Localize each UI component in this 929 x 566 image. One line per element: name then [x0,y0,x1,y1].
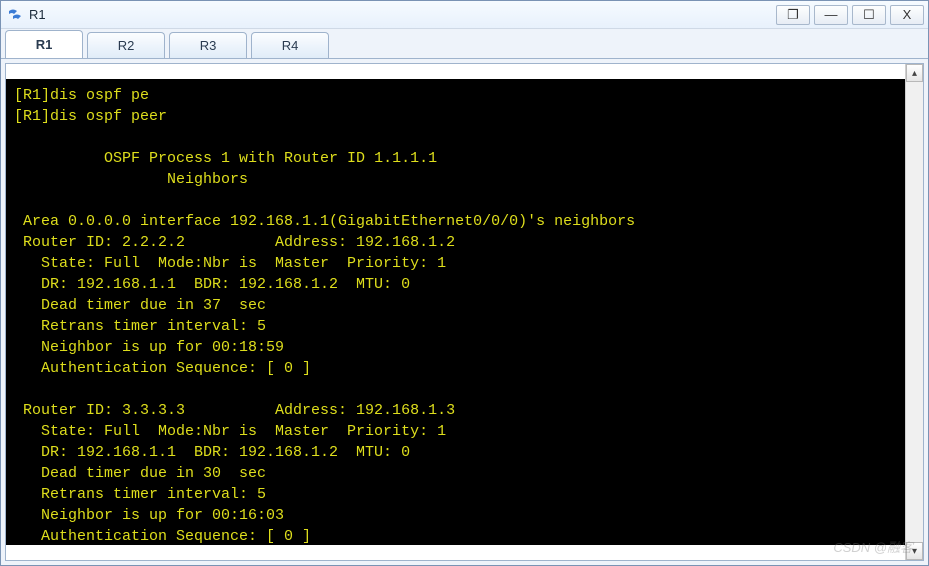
terminal-panel: [R1]dis ospf pe [R1]dis ospf peer OSPF P… [5,63,924,561]
tab-r1[interactable]: R1 [5,30,83,58]
tab-label: R1 [36,37,53,52]
tab-r3[interactable]: R3 [169,32,247,58]
titlebar: R1 ❐ — ☐ X [1,1,928,29]
terminal-output[interactable]: [R1]dis ospf pe [R1]dis ospf peer OSPF P… [6,79,905,545]
tab-label: R4 [282,38,299,53]
scrollbar[interactable]: ▴ ▾ [905,64,923,560]
maximize-button[interactable]: ☐ [852,5,886,25]
tab-r4[interactable]: R4 [251,32,329,58]
scroll-up-button[interactable]: ▴ [906,64,923,82]
app-window: R1 ❐ — ☐ X R1 R2 R3 R4 [R1]dis ospf pe [… [0,0,929,566]
popout-button[interactable]: ❐ [776,5,810,25]
minimize-button[interactable]: — [814,5,848,25]
close-button[interactable]: X [890,5,924,25]
tab-bar: R1 R2 R3 R4 [1,29,928,59]
tab-label: R2 [118,38,135,53]
scroll-down-button[interactable]: ▾ [906,542,923,560]
tab-label: R3 [200,38,217,53]
app-icon [7,7,23,23]
scroll-track[interactable] [906,82,923,542]
tab-r2[interactable]: R2 [87,32,165,58]
window-title: R1 [29,7,46,22]
